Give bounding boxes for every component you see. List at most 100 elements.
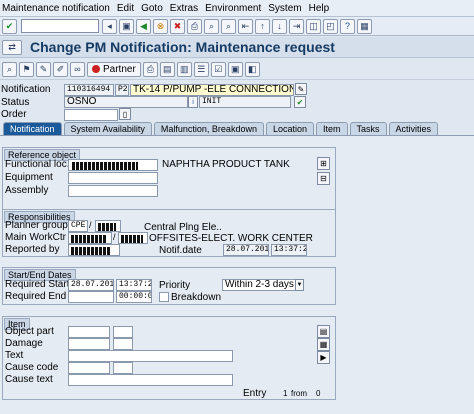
- structure-icon[interactable]: ⊞: [317, 157, 330, 170]
- previous-page-icon[interactable]: ↑: [255, 18, 270, 34]
- back-icon[interactable]: ◀: [136, 18, 151, 34]
- menu-goto[interactable]: Goto: [141, 3, 163, 14]
- breakdown-label: Breakdown: [171, 292, 222, 303]
- menu-extras[interactable]: Extras: [170, 3, 198, 14]
- menu-environment[interactable]: Environment: [205, 3, 261, 14]
- tab-system-availability[interactable]: System Availability: [63, 122, 152, 135]
- chevron-down-icon[interactable]: ▼: [295, 279, 304, 291]
- required-end-label: Required End: [5, 291, 67, 302]
- notification-number-field[interactable]: 110316494: [64, 84, 114, 96]
- list-icon[interactable]: ☰: [193, 61, 209, 77]
- cause-code-field[interactable]: [113, 362, 133, 374]
- item-documents-icon[interactable]: ▦: [317, 338, 330, 351]
- new-session-icon[interactable]: ◫: [306, 18, 321, 34]
- cancel-icon[interactable]: ✖: [170, 18, 185, 34]
- status-field[interactable]: OSNO: [64, 96, 188, 108]
- dropdown-icon[interactable]: ◂: [102, 18, 117, 34]
- action-log-icon[interactable]: ▥: [176, 61, 192, 77]
- assembly-field[interactable]: [68, 185, 158, 197]
- edit-icon[interactable]: ✎: [36, 61, 51, 77]
- notif-date-field[interactable]: 28.07.2012: [223, 244, 269, 256]
- reference-object-group: Reference object Functional loc. NAPHTHA…: [2, 147, 336, 212]
- entry-value: 1: [283, 389, 288, 398]
- layout-icon[interactable]: ▦: [357, 18, 372, 34]
- tab-activities[interactable]: Activities: [388, 122, 439, 135]
- item-next-icon[interactable]: ▶: [317, 351, 330, 364]
- required-end-date-field[interactable]: [68, 291, 114, 303]
- flag-icon[interactable]: ⚑: [19, 61, 34, 77]
- page-title: Change PM Notification: Maintenance requ…: [30, 39, 335, 55]
- text-label: Text: [5, 350, 24, 361]
- save-icon[interactable]: ▣: [119, 18, 134, 34]
- equipment-label: Equipment: [5, 172, 53, 183]
- required-start-label: Required Start: [5, 279, 70, 290]
- tab-malfunction-breakdown[interactable]: Malfunction, Breakdown: [153, 122, 264, 135]
- mode-toggle-icon[interactable]: ⇄: [2, 39, 22, 55]
- cause-text-field[interactable]: [68, 374, 233, 386]
- long-text-icon[interactable]: ✎: [295, 83, 307, 95]
- order-icon[interactable]: ▣: [227, 61, 243, 77]
- main-workctr-field[interactable]: [68, 232, 112, 244]
- print-notification-icon[interactable]: ⎙: [142, 61, 158, 77]
- exit-icon[interactable]: ⊗: [153, 18, 168, 34]
- create-order-icon[interactable]: ▯: [119, 108, 131, 120]
- entry-label: Entry: [243, 388, 267, 399]
- workctr-plant-field[interactable]: [118, 232, 148, 244]
- menu-edit[interactable]: Edit: [117, 3, 134, 14]
- status-check-icon[interactable]: ✔: [294, 96, 306, 108]
- notification-text-field[interactable]: TK-14 P/PUMP -ELE CONNECTION TO: [130, 84, 294, 96]
- services-icon[interactable]: ◧: [244, 61, 260, 77]
- item-text-field[interactable]: [68, 350, 233, 362]
- menu-bar: Maintenance notification Edit Goto Extra…: [0, 0, 474, 17]
- menu-system[interactable]: System: [268, 3, 301, 14]
- tab-item[interactable]: Item: [316, 122, 348, 135]
- tab-tasks[interactable]: Tasks: [349, 122, 387, 135]
- notif-time-field[interactable]: 13:37:22: [271, 244, 307, 256]
- status-label: Status: [1, 97, 30, 108]
- breakdown-checkbox[interactable]: [159, 292, 169, 302]
- status-code-field[interactable]: INIT: [199, 96, 291, 108]
- damage-code-field[interactable]: [113, 338, 133, 350]
- help-icon[interactable]: ?: [340, 18, 355, 34]
- required-end-time-field[interactable]: 00:00:00: [116, 291, 152, 303]
- menu-help[interactable]: Help: [309, 3, 330, 14]
- required-start-time-field[interactable]: 13:37:22: [116, 279, 152, 291]
- find-icon[interactable]: ⌕: [204, 18, 219, 34]
- equipment-field[interactable]: [68, 172, 158, 184]
- binoculars-icon[interactable]: ∞: [70, 61, 85, 77]
- priority-select[interactable]: Within 2-3 days: [222, 279, 302, 291]
- tasks-icon[interactable]: ☑: [210, 61, 226, 77]
- partner-label: Partner: [103, 63, 136, 75]
- last-page-icon[interactable]: ⇥: [289, 18, 304, 34]
- print-icon[interactable]: ⎙: [187, 18, 202, 34]
- display-object-icon[interactable]: ⌕: [2, 61, 17, 77]
- required-start-date-field[interactable]: 28.07.2012: [68, 279, 114, 291]
- shortcut-icon[interactable]: ◰: [323, 18, 338, 34]
- item-long-text-icon[interactable]: ▤: [317, 325, 330, 338]
- find-next-icon[interactable]: ⌕: [221, 18, 236, 34]
- object-part-group-field[interactable]: [68, 326, 110, 338]
- planner-group-field[interactable]: CPE: [68, 220, 88, 232]
- damage-group-field[interactable]: [68, 338, 110, 350]
- cause-group-field[interactable]: [68, 362, 110, 374]
- menu-maintenance-notification[interactable]: Maintenance notification: [2, 3, 110, 14]
- separator: /: [113, 232, 116, 242]
- cause-code-label: Cause code: [5, 362, 59, 373]
- functional-loc-field[interactable]: [68, 159, 158, 171]
- object-info-icon[interactable]: ⊟: [317, 172, 330, 185]
- tab-location[interactable]: Location: [265, 122, 314, 135]
- order-field[interactable]: [64, 109, 118, 121]
- notification-type-field[interactable]: P2: [115, 84, 129, 96]
- command-field[interactable]: [21, 19, 99, 33]
- planner-plant-field[interactable]: [95, 220, 121, 232]
- info-icon[interactable]: i: [188, 96, 198, 108]
- partner-button[interactable]: Partner: [87, 61, 141, 77]
- enter-icon[interactable]: ✔: [2, 18, 17, 34]
- reported-by-field[interactable]: [68, 244, 120, 256]
- object-part-code-field[interactable]: [113, 326, 133, 338]
- change-icon[interactable]: ✐: [53, 61, 68, 77]
- tab-notification[interactable]: Notification: [3, 122, 62, 135]
- first-page-icon[interactable]: ⇤: [238, 18, 253, 34]
- documents-icon[interactable]: ▤: [159, 61, 175, 77]
- next-page-icon[interactable]: ↓: [272, 18, 287, 34]
